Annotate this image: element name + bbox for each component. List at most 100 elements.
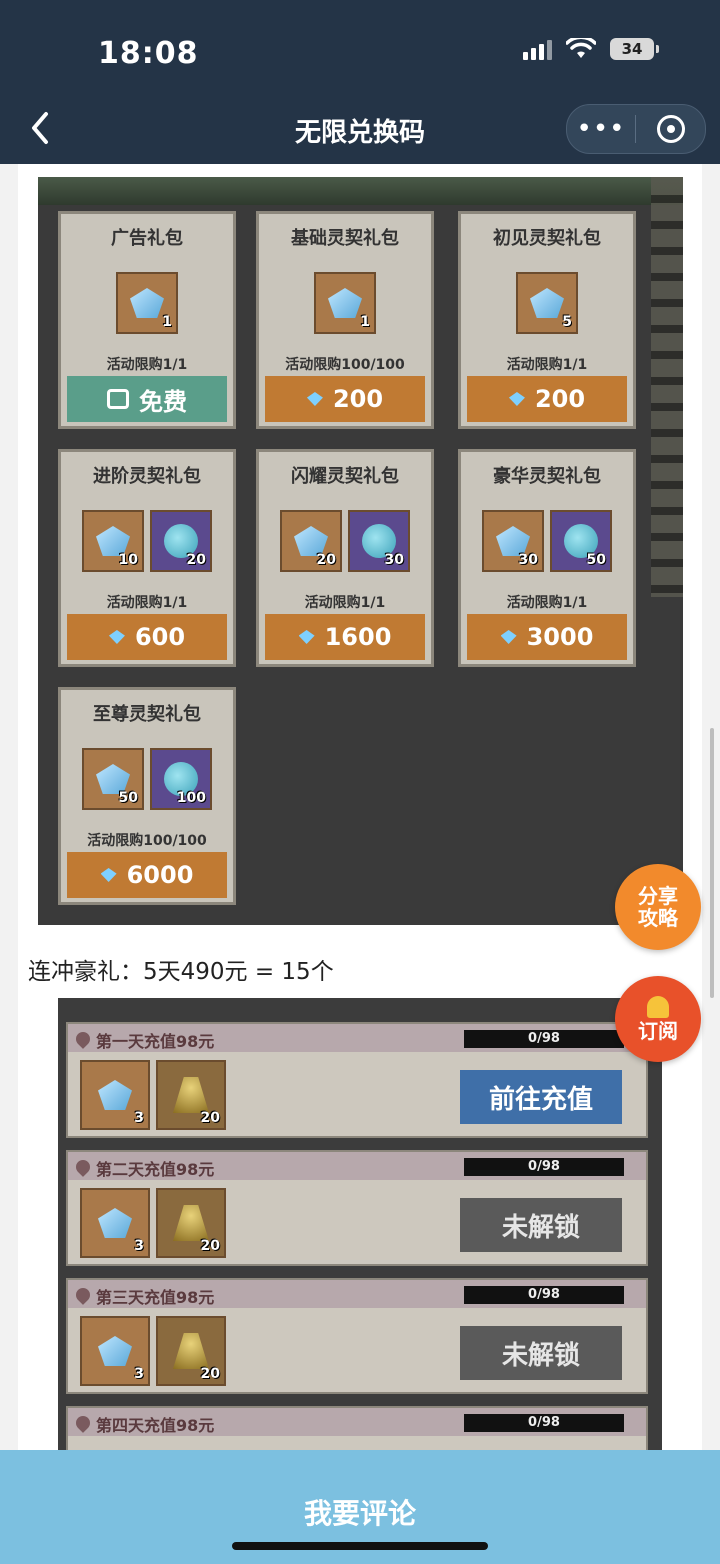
share-label-line1: 分享 [638, 884, 678, 908]
item-qty: 20 [200, 1366, 220, 1382]
item-qty: 20 [200, 1110, 220, 1126]
package-name: 豪华灵契礼包 [493, 466, 601, 487]
crystal-item-icon: 3 [80, 1188, 150, 1258]
signal-icon [523, 38, 552, 60]
chain-decoration [651, 177, 683, 597]
subscribe-button[interactable]: 订阅 [615, 976, 701, 1062]
item-qty: 50 [118, 790, 138, 806]
status-time: 18:08 [98, 36, 199, 71]
package-name: 进阶灵契礼包 [93, 466, 201, 487]
item-qty: 3 [134, 1238, 144, 1254]
package-card: 至尊灵契礼包 50 100 活动限购100/100 6000 [58, 687, 236, 905]
go-recharge-button[interactable]: 前往充值 [460, 1070, 622, 1124]
recharge-row: 第一天充值98元 0/98 3 20 前往充值 [66, 1022, 648, 1138]
crystal-item-icon: 3 [80, 1316, 150, 1386]
progress-bar: 0/98 [464, 1158, 624, 1176]
row-title: 第一天充值98元 [96, 1032, 215, 1051]
price-label: 200 [534, 385, 586, 413]
buy-button[interactable]: 6000 [67, 852, 227, 898]
price-label: 1600 [324, 623, 392, 651]
item-qty: 5 [562, 314, 572, 330]
item-qty: 3 [134, 1110, 144, 1126]
mini-program-capsule: ••• [566, 104, 706, 154]
purchase-limit: 活动限购1/1 [106, 357, 188, 373]
purchase-limit: 活动限购1/1 [506, 595, 588, 611]
package-card: 闪耀灵契礼包 20 30 活动限购1/1 1600 [256, 449, 434, 667]
buy-button[interactable]: 1600 [265, 614, 425, 660]
diamond-icon [100, 868, 117, 882]
article-paragraph: 连冲豪礼：5天490元 = 15个 [28, 959, 334, 985]
more-button[interactable]: ••• [567, 105, 635, 153]
package-name: 至尊灵契礼包 [93, 704, 201, 725]
price-label: 免费 [139, 387, 187, 416]
item-qty: 10 [118, 552, 138, 568]
target-icon [656, 115, 685, 143]
share-guide-button[interactable]: 分享 攻略 [615, 864, 701, 950]
package-card: 进阶灵契礼包 10 20 活动限购1/1 600 [58, 449, 236, 667]
item-qty: 20 [316, 552, 336, 568]
buy-button[interactable]: 600 [67, 614, 227, 660]
package-card: 豪华灵契礼包 30 50 活动限购1/1 3000 [458, 449, 636, 667]
subscribe-label: 订阅 [638, 1019, 678, 1043]
bell-item-icon: 20 [156, 1060, 226, 1130]
diamond-icon [500, 630, 517, 644]
progress-bar: 0/98 [464, 1414, 624, 1432]
price-label: 6000 [126, 861, 194, 889]
status-icons: 34 [523, 38, 659, 60]
purchase-limit: 活动限购100/100 [87, 833, 207, 849]
buy-button[interactable]: 免费 [67, 376, 227, 422]
buy-button[interactable]: 200 [265, 376, 425, 422]
item-qty: 50 [586, 552, 606, 568]
item-qty: 1 [162, 314, 172, 330]
scrollbar[interactable] [710, 728, 714, 998]
diamond-icon [508, 392, 525, 406]
home-indicator [232, 1542, 488, 1550]
item-qty: 3 [134, 1366, 144, 1382]
item-qty: 100 [176, 790, 206, 806]
spirit-orb-icon: 20 [150, 510, 212, 572]
close-mini-program-button[interactable] [636, 115, 705, 143]
price-label: 200 [332, 385, 384, 413]
row-title: 第二天充值98元 [96, 1160, 215, 1179]
wifi-icon [566, 38, 596, 58]
package-name: 初见灵契礼包 [493, 228, 601, 249]
item-qty: 30 [384, 552, 404, 568]
price-label: 600 [134, 623, 186, 651]
panel-top-decoration [38, 177, 683, 205]
recharge-row: 第二天充值98元 0/98 3 20 未解锁 [66, 1150, 648, 1266]
diamond-icon [306, 392, 323, 406]
purchase-limit: 活动限购100/100 [285, 357, 405, 373]
locked-button[interactable]: 未解锁 [460, 1326, 622, 1380]
recharge-row: 第四天充值98元 0/98 [66, 1406, 648, 1454]
package-card: 初见灵契礼包 5 活动限购1/1 200 [458, 211, 636, 429]
buy-button[interactable]: 3000 [467, 614, 627, 660]
shop-screenshot: 广告礼包 1 活动限购1/1 免费 基础灵契礼包 1 活动限购100/100 2… [38, 177, 683, 925]
diamond-icon [298, 630, 315, 644]
package-name: 广告礼包 [111, 228, 183, 249]
row-title: 第四天充值98元 [96, 1416, 215, 1435]
comment-button-label: 我要评论 [303, 1497, 416, 1530]
item-qty: 30 [518, 552, 538, 568]
item-qty: 20 [186, 552, 206, 568]
diamond-icon [108, 630, 125, 644]
article-content: 广告礼包 1 活动限购1/1 免费 基础灵契礼包 1 活动限购100/100 2… [18, 164, 702, 1454]
crystal-item-icon: 10 [82, 510, 144, 572]
spirit-orb-icon: 30 [348, 510, 410, 572]
spirit-orb-icon: 50 [550, 510, 612, 572]
item-qty: 20 [200, 1238, 220, 1254]
crystal-item-icon: 5 [516, 272, 578, 334]
progress-bar: 0/98 [464, 1030, 624, 1048]
item-qty: 1 [360, 314, 370, 330]
locked-button[interactable]: 未解锁 [460, 1198, 622, 1252]
crystal-item-icon: 1 [116, 272, 178, 334]
share-label-line2: 攻略 [638, 906, 678, 930]
recharge-screenshot: 第一天充值98元 0/98 3 20 前往充值 第二天充值98元 0/98 3 … [58, 998, 662, 1454]
purchase-limit: 活动限购1/1 [506, 357, 588, 373]
ad-tv-icon [107, 389, 129, 409]
price-label: 3000 [526, 623, 594, 651]
crystal-item-icon: 3 [80, 1060, 150, 1130]
recharge-row: 第三天充值98元 0/98 3 20 未解锁 [66, 1278, 648, 1394]
buy-button[interactable]: 200 [467, 376, 627, 422]
battery-icon: 34 [610, 38, 659, 60]
package-name: 闪耀灵契礼包 [291, 466, 399, 487]
